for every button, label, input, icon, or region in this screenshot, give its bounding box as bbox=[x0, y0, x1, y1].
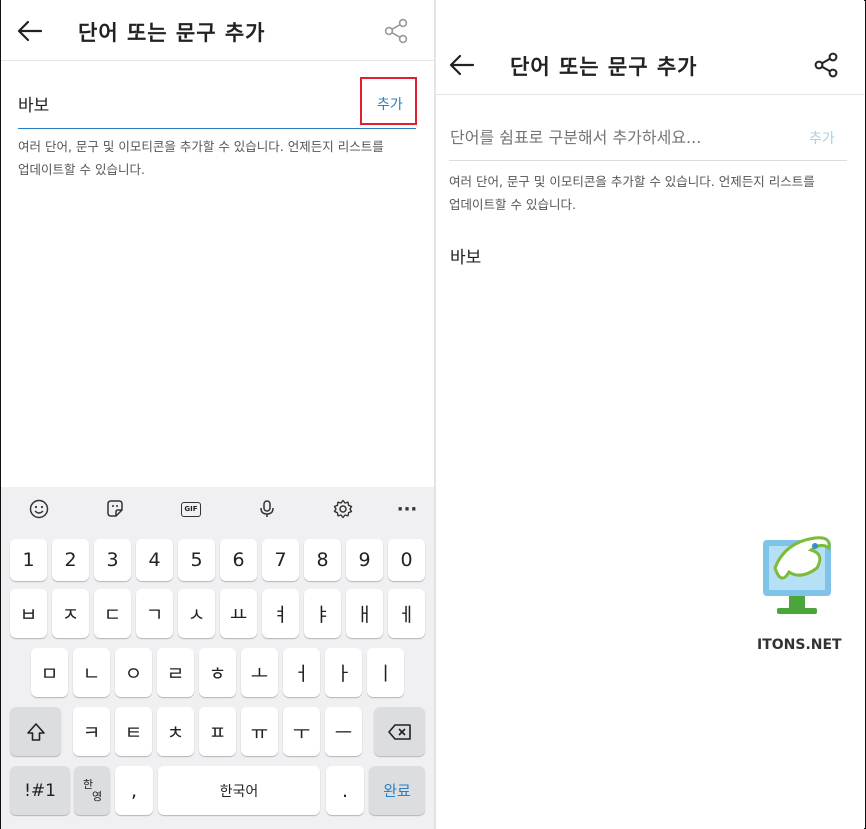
comma-key[interactable]: , bbox=[115, 766, 153, 815]
back-arrow-icon[interactable] bbox=[447, 50, 477, 80]
word-input[interactable] bbox=[450, 124, 780, 150]
letter-key[interactable]: ㅑ bbox=[304, 589, 341, 638]
language-switch-key[interactable]: 한 영 bbox=[74, 766, 110, 815]
number-key[interactable]: 7 bbox=[262, 539, 299, 581]
left-screen: 단어 또는 문구 추가 바보 추가 여러 단어, 문구 및 이모티콘을 추가할 … bbox=[1, 0, 434, 829]
letter-key[interactable]: ㅣ bbox=[367, 648, 404, 697]
help-text: 여러 단어, 문구 및 이모티콘을 추가할 수 있습니다. 언제든지 리스트를 … bbox=[449, 170, 815, 216]
letter-key[interactable]: ㅐ bbox=[346, 589, 383, 638]
share-icon[interactable] bbox=[812, 51, 840, 79]
header-divider bbox=[436, 94, 864, 95]
help-text-line: 업데이트할 수 있습니다. bbox=[449, 197, 576, 212]
period-key[interactable]: . bbox=[326, 766, 364, 815]
letter-key[interactable]: ㅍ bbox=[199, 707, 236, 756]
letter-key[interactable]: ㅂ bbox=[10, 589, 47, 638]
letter-key[interactable]: ㄴ bbox=[73, 648, 110, 697]
share-icon[interactable] bbox=[382, 17, 410, 45]
keyboard: GIF ··· 1234567890 ㅂㅈㄷㄱㅅㅛㅕㅑㅐㅔ ㅁㄴㅇㄹㅎㅗㅓㅏㅣ … bbox=[1, 487, 434, 829]
number-key[interactable]: 1 bbox=[10, 539, 47, 581]
number-key[interactable]: 2 bbox=[52, 539, 89, 581]
help-text-line: 여러 단어, 문구 및 이모티콘을 추가할 수 있습니다. 언제든지 리스트를 bbox=[18, 139, 384, 154]
letter-key[interactable]: ㅈ bbox=[52, 589, 89, 638]
letter-key[interactable]: ㄹ bbox=[157, 648, 194, 697]
symbols-key[interactable]: !#1 bbox=[10, 766, 70, 815]
letter-key[interactable]: ㅜ bbox=[283, 707, 320, 756]
letter-key[interactable]: ㅕ bbox=[262, 589, 299, 638]
number-key[interactable]: 0 bbox=[388, 539, 425, 581]
right-screen: 단어 또는 문구 추가 추가 여러 단어, 문구 및 이모티콘을 추가할 수 있… bbox=[436, 0, 864, 829]
letter-key[interactable]: ㅠ bbox=[241, 707, 278, 756]
input-underline bbox=[449, 160, 847, 161]
number-key[interactable]: 9 bbox=[346, 539, 383, 581]
space-key[interactable]: 한국어 bbox=[158, 766, 320, 815]
sticker-icon[interactable] bbox=[101, 495, 129, 523]
number-key[interactable]: 6 bbox=[220, 539, 257, 581]
number-key[interactable]: 3 bbox=[94, 539, 131, 581]
word-input[interactable]: 바보 bbox=[18, 91, 49, 116]
number-key[interactable]: 5 bbox=[178, 539, 215, 581]
backspace-key[interactable] bbox=[374, 707, 425, 756]
number-key[interactable]: 8 bbox=[304, 539, 341, 581]
page-title: 단어 또는 문구 추가 bbox=[78, 21, 266, 45]
lang-korean-label: 한 bbox=[82, 777, 94, 791]
watermark-text: ITONS.NET bbox=[757, 637, 842, 653]
emoji-icon[interactable] bbox=[25, 495, 53, 523]
settings-icon[interactable] bbox=[329, 495, 357, 523]
letter-key[interactable]: ㅅ bbox=[178, 589, 215, 638]
letter-key[interactable]: ㅏ bbox=[325, 648, 362, 697]
letter-key[interactable]: ㅌ bbox=[115, 707, 152, 756]
help-text-line: 여러 단어, 문구 및 이모티콘을 추가할 수 있습니다. 언제든지 리스트를 bbox=[449, 174, 815, 189]
letter-key[interactable]: ㅓ bbox=[283, 648, 320, 697]
number-key[interactable]: 4 bbox=[136, 539, 173, 581]
letter-key[interactable]: ㅛ bbox=[220, 589, 257, 638]
back-arrow-icon[interactable] bbox=[15, 16, 45, 46]
mic-icon[interactable] bbox=[253, 495, 281, 523]
done-key[interactable]: 완료 bbox=[369, 766, 425, 815]
add-button[interactable]: 추가 bbox=[809, 128, 835, 148]
letter-key[interactable]: ㅎ bbox=[199, 648, 236, 697]
letter-key[interactable]: ㅋ bbox=[73, 707, 110, 756]
gif-label: GIF bbox=[181, 501, 201, 517]
header-divider bbox=[1, 60, 434, 61]
letter-key[interactable]: ㅡ bbox=[325, 707, 362, 756]
highlight-box bbox=[360, 77, 417, 125]
help-text-line: 업데이트할 수 있습니다. bbox=[18, 162, 145, 177]
letter-key[interactable]: ㅊ bbox=[157, 707, 194, 756]
letter-key[interactable]: ㅔ bbox=[388, 589, 425, 638]
more-icon[interactable]: ··· bbox=[393, 495, 421, 523]
letter-key[interactable]: ㅇ bbox=[115, 648, 152, 697]
gif-icon[interactable]: GIF bbox=[177, 495, 205, 523]
shift-key[interactable] bbox=[10, 707, 61, 756]
letter-key[interactable]: ㅗ bbox=[241, 648, 278, 697]
itons-logo bbox=[763, 536, 831, 614]
letter-key[interactable]: ㄷ bbox=[94, 589, 131, 638]
keyboard-toolbar: GIF ··· bbox=[1, 487, 434, 531]
input-underline bbox=[18, 128, 416, 129]
help-text: 여러 단어, 문구 및 이모티콘을 추가할 수 있습니다. 언제든지 리스트를 … bbox=[18, 135, 384, 181]
letter-key[interactable]: ㄱ bbox=[136, 589, 173, 638]
page-title: 단어 또는 문구 추가 bbox=[510, 55, 698, 79]
word-list-item[interactable]: 바보 bbox=[450, 243, 481, 268]
lang-english-label: 영 bbox=[91, 789, 103, 803]
letter-key[interactable]: ㅁ bbox=[31, 648, 68, 697]
